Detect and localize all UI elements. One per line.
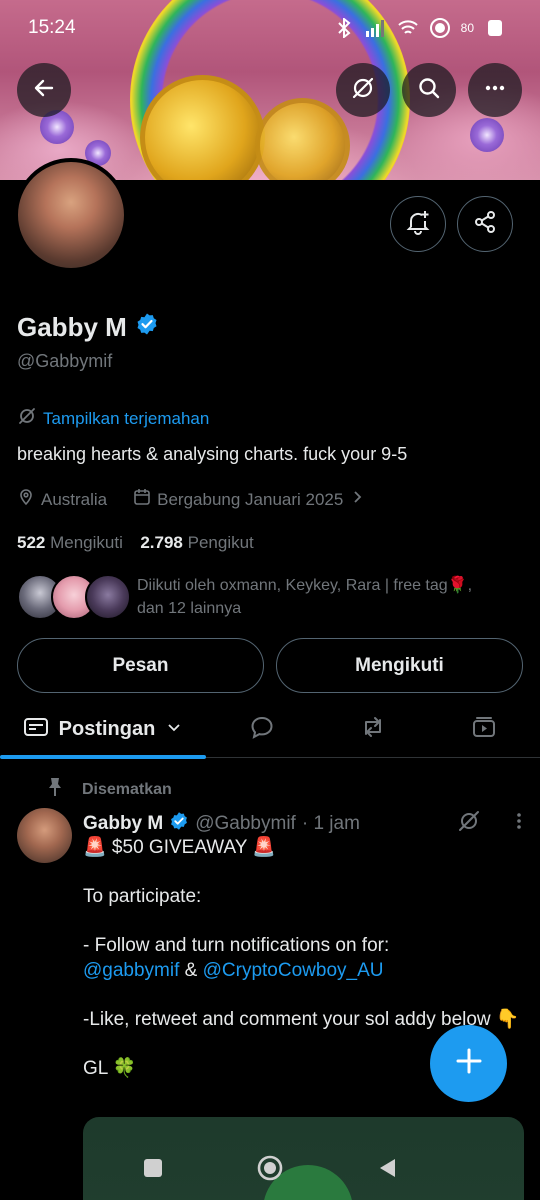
profile-joined: Bergabung Januari 2025 (157, 489, 344, 509)
battery-icon (429, 18, 451, 38)
repost-icon (359, 714, 387, 745)
translate-icon (350, 75, 376, 106)
followed-by[interactable]: Diikuti oleh oxmann, Keykey, Rara | free… (17, 572, 527, 622)
post-author-handle: @Gabbymif (195, 813, 296, 834)
tab-reposts[interactable] (341, 700, 405, 758)
following-stat[interactable]: 522 Mengikuti (17, 533, 123, 552)
notification-icon (484, 18, 506, 38)
plus-icon (454, 1046, 484, 1081)
display-name: Gabby M (17, 312, 127, 342)
signal-icon (365, 18, 387, 38)
verified-badge-icon (169, 811, 189, 837)
tab-posts[interactable]: Postingan (0, 700, 206, 759)
share-profile-button[interactable] (457, 196, 513, 252)
followed-by-text: Diikuti oleh oxmann, Keykey, Rara | free… (137, 574, 527, 620)
translate-icon[interactable] (457, 809, 481, 839)
chevron-down-icon (165, 718, 183, 741)
notifications-button[interactable] (390, 196, 446, 252)
search-button[interactable] (402, 63, 456, 117)
back-button[interactable] (17, 63, 71, 117)
chevron-right-icon[interactable] (349, 489, 365, 510)
message-button[interactable]: Pesan (17, 638, 264, 693)
post-line: 🚨 $50 GIVEAWAY 🚨 (83, 837, 277, 858)
reply-icon (249, 714, 275, 745)
profile-avatar[interactable] (14, 158, 128, 272)
tab-posts-label: Postingan (58, 717, 156, 740)
posts-icon (23, 715, 49, 744)
following-button[interactable]: Mengikuti (276, 638, 523, 693)
translate-link[interactable]: Tampilkan terjemahan (17, 406, 209, 431)
bluetooth-icon (333, 18, 355, 38)
profile-tabs: Postingan (0, 700, 540, 759)
media-icon (471, 714, 497, 745)
profile-location: Australia (41, 489, 108, 509)
pin-icon (46, 777, 64, 802)
status-bar: 15:24 80 (0, 0, 540, 56)
banner-flower (470, 118, 504, 152)
translate-label: Tampilkan terjemahan (43, 408, 210, 428)
bell-plus-icon (405, 209, 431, 240)
tab-media[interactable] (452, 700, 516, 758)
profile-bio: breaking hearts & analysing charts. fuck… (17, 444, 408, 464)
tab-replies[interactable] (230, 700, 294, 758)
follow-stats: 522 Mengikuti 2.798 Pengikut (17, 533, 254, 553)
nav-back-icon[interactable] (375, 1156, 399, 1185)
following-count: 522 (17, 533, 46, 552)
pinned-indicator: Disematkan (46, 777, 172, 802)
post-author-avatar[interactable] (17, 808, 72, 863)
back-arrow-icon (32, 76, 56, 105)
compose-button[interactable] (430, 1025, 507, 1102)
search-icon (417, 76, 441, 105)
translate-icon (17, 406, 37, 431)
recents-icon[interactable] (141, 1156, 165, 1185)
followers-count: 2.798 (140, 533, 183, 552)
share-icon (472, 209, 498, 240)
post-line: - Follow and turn notifications on for: (83, 935, 390, 956)
profile-screen: 15:24 80 Gabby M @Gabbymif Tampilkan ter… (0, 0, 540, 1200)
home-icon[interactable] (255, 1153, 285, 1188)
profile-handle: @Gabbymif (17, 351, 113, 371)
status-time: 15:24 (28, 17, 76, 38)
followers-label: Pengikut (187, 533, 254, 552)
profile-name: Gabby M (17, 312, 159, 343)
post-time: · 1 jam (301, 813, 360, 834)
pinned-label: Disematkan (82, 780, 172, 798)
mention-link[interactable]: @gabbymif (83, 960, 179, 981)
calendar-icon (133, 488, 151, 511)
profile-meta: Australia Bergabung Januari 2025 (17, 488, 365, 511)
post-author-name[interactable]: Gabby M (83, 813, 163, 835)
active-tab-indicator (0, 755, 206, 759)
more-icon (483, 76, 507, 105)
followed-by-line: Diikuti oleh oxmann, Keykey, Rara | free… (137, 577, 473, 594)
mention-link[interactable]: @CryptoCowboy_AU (203, 960, 384, 981)
post-more-icon[interactable] (515, 811, 523, 837)
battery-level: 80 (460, 21, 474, 35)
verified-badge-icon[interactable] (135, 312, 159, 343)
post-mentions-line: @gabbymif & @CryptoCowboy_AU (83, 959, 523, 984)
more-options-button[interactable] (468, 63, 522, 117)
post-line: To participate: (83, 886, 202, 907)
translate-profile-button[interactable] (336, 63, 390, 117)
followers-stat[interactable]: 2.798 Pengikut (140, 533, 253, 552)
follower-avatar (85, 574, 131, 620)
system-nav-bar (0, 1140, 540, 1200)
post-header: Gabby M @Gabbymif · 1 jam (83, 809, 523, 839)
followed-by-line: dan 12 lainnya (137, 600, 242, 617)
following-label: Mengikuti (50, 533, 123, 552)
wifi-icon (397, 18, 419, 38)
mention-separator: & (179, 959, 203, 981)
location-pin-icon (17, 488, 35, 511)
